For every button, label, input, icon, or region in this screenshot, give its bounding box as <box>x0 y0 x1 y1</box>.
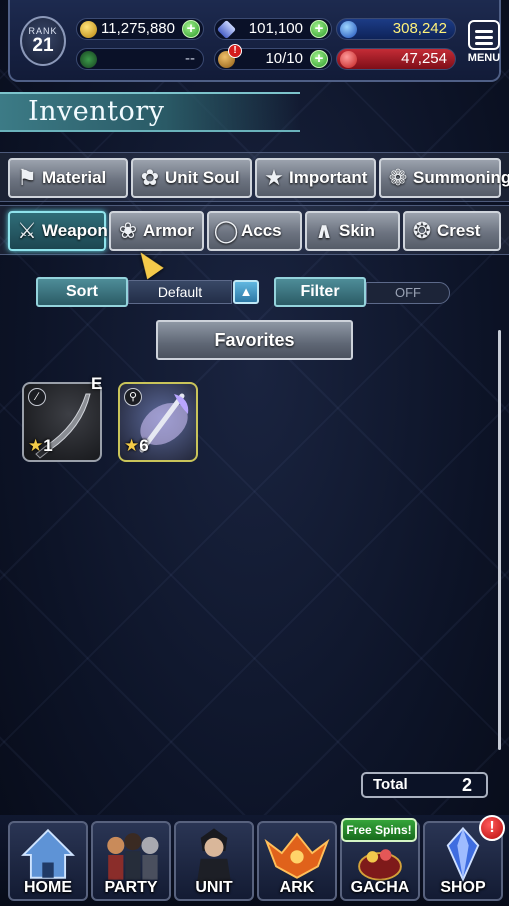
inventory-item-rod[interactable]: ⚲ ★6 <box>118 382 198 462</box>
unit-hero-icon <box>196 828 232 884</box>
total-value: 2 <box>461 775 472 795</box>
hamburger-icon <box>468 20 500 50</box>
stamina-alert-badge: ! <box>228 44 242 58</box>
rank-badge[interactable]: RANK 21 <box>20 16 66 66</box>
tab-unit-soul[interactable]: ✿ Unit Soul <box>131 158 252 198</box>
hp-counter: 47,254 <box>336 48 456 70</box>
visiore-counter[interactable]: 308,242 <box>336 18 456 40</box>
gil-counter[interactable]: 11,275,880 + <box>76 18 204 40</box>
add-gil-button[interactable]: + <box>182 20 200 38</box>
item-rarity: ★6 <box>124 436 149 456</box>
star-icon: ★ <box>264 165 284 190</box>
list-scrollbar[interactable] <box>498 330 501 750</box>
bottom-navigation: HOME PARTY UNIT ARK GACHA SHOP <box>0 815 509 906</box>
equipment-tabs: ⚔ Weapon ❀ Armor ◯ Accs ∧ Skin ❂ Crest <box>0 205 509 255</box>
hanger-icon: ∧ <box>315 218 333 243</box>
filter-button[interactable]: Filter <box>274 277 366 307</box>
tab-material[interactable]: ⚑ Material <box>8 158 128 198</box>
sort-button[interactable]: Sort <box>36 277 128 307</box>
gil-coin-icon <box>80 21 97 38</box>
tab-label: Armor <box>143 221 195 240</box>
summon-icon: ❁ <box>388 165 408 190</box>
tab-armor[interactable]: ❀ Armor <box>109 211 204 251</box>
exp-value: -- <box>185 50 195 67</box>
rarity-value: 1 <box>43 436 53 455</box>
tab-accs[interactable]: ◯ Accs <box>207 211 302 251</box>
total-label: Total <box>373 776 408 793</box>
nav-label: SHOP <box>440 879 486 896</box>
dagger-type-icon: ∕ <box>28 388 46 406</box>
soul-flame-icon: ✿ <box>140 165 160 190</box>
page-title: Inventory <box>28 96 165 127</box>
nav-label: GACHA <box>350 879 410 896</box>
total-counter: Total 2 <box>361 772 488 798</box>
nav-label: HOME <box>24 879 72 896</box>
visiore-orb-icon <box>340 21 357 38</box>
rarity-value: 6 <box>139 436 149 455</box>
tab-weapon[interactable]: ⚔ Weapon <box>8 211 108 251</box>
nav-label: ARK <box>279 879 315 896</box>
shop-alert-badge: ! <box>479 815 505 841</box>
tab-label: Unit Soul <box>165 168 240 187</box>
free-spins-banner[interactable]: Free Spins! <box>341 818 417 842</box>
sort-order-toggle[interactable]: ▲ <box>233 280 259 304</box>
tab-crest[interactable]: ❂ Crest <box>403 211 501 251</box>
sack-icon: ⚑ <box>17 165 37 190</box>
nav-ark[interactable]: ARK <box>257 821 337 901</box>
nav-party[interactable]: PARTY <box>91 821 171 901</box>
lapis-crystal-icon <box>216 19 237 40</box>
lapis-counter[interactable]: 101,100 + <box>214 18 332 40</box>
category-tabs: ⚑ Material ✿ Unit Soul ★ Important ❁ Sum… <box>0 152 509 202</box>
crest-icon: ❂ <box>412 218 432 243</box>
favorites-button[interactable]: Favorites <box>156 320 353 360</box>
tab-label: Material <box>42 168 107 187</box>
rarity-star-icon: ★ <box>28 436 44 455</box>
status-bar: RANK 21 11,275,880 + 101,100 + 308,242 -… <box>8 0 501 82</box>
exp-sword-icon <box>80 51 97 68</box>
tab-skin[interactable]: ∧ Skin <box>305 211 400 251</box>
armor-icon: ❀ <box>118 218 138 243</box>
rarity-star-icon: ★ <box>124 436 140 455</box>
home-castle-icon <box>21 828 75 879</box>
filter-toggle[interactable]: OFF <box>366 282 450 304</box>
gil-value: 11,275,880 <box>101 20 175 37</box>
rank-value: 21 <box>32 35 54 56</box>
inventory-item-dagger[interactable]: ∕ ★1 <box>22 382 102 462</box>
add-stamina-button[interactable]: + <box>310 50 328 68</box>
nav-unit[interactable]: UNIT <box>174 821 254 901</box>
tab-important[interactable]: ★ Important <box>255 158 376 198</box>
hp-value: 47,254 <box>401 50 447 67</box>
tab-label: Accs <box>241 221 282 240</box>
ring-icon: ◯ <box>213 218 239 243</box>
tab-label: Summoning <box>413 168 509 187</box>
visiore-value: 308,242 <box>392 20 447 37</box>
rod-type-icon: ⚲ <box>124 388 142 406</box>
sword-icon: ⚔ <box>17 218 37 243</box>
tab-label: Important <box>289 168 368 187</box>
tab-summoning[interactable]: ❁ Summoning <box>379 158 509 198</box>
menu-button[interactable]: MENU <box>466 20 502 70</box>
sort-value[interactable]: Default <box>128 280 232 304</box>
menu-label: MENU <box>467 52 501 64</box>
heart-icon <box>340 51 357 68</box>
ark-phoenix-icon <box>264 832 330 879</box>
add-lapis-button[interactable]: + <box>310 20 328 38</box>
item-rarity: ★1 <box>28 436 53 456</box>
tab-label: Skin <box>339 221 375 240</box>
nav-home[interactable]: HOME <box>8 821 88 901</box>
nav-label: UNIT <box>195 879 233 896</box>
page-title-banner: Inventory <box>0 92 300 132</box>
nav-label: PARTY <box>104 879 158 896</box>
stamina-value: 10/10 <box>265 50 303 67</box>
exp-counter: -- <box>76 48 204 70</box>
party-characters-icon <box>107 833 159 880</box>
triangle-up-icon: ▲ <box>239 284 253 299</box>
tab-label: Weapon <box>42 221 108 240</box>
lapis-value: 101,100 <box>248 20 303 37</box>
tab-label: Crest <box>437 221 481 240</box>
equipped-mark: E <box>91 374 103 393</box>
